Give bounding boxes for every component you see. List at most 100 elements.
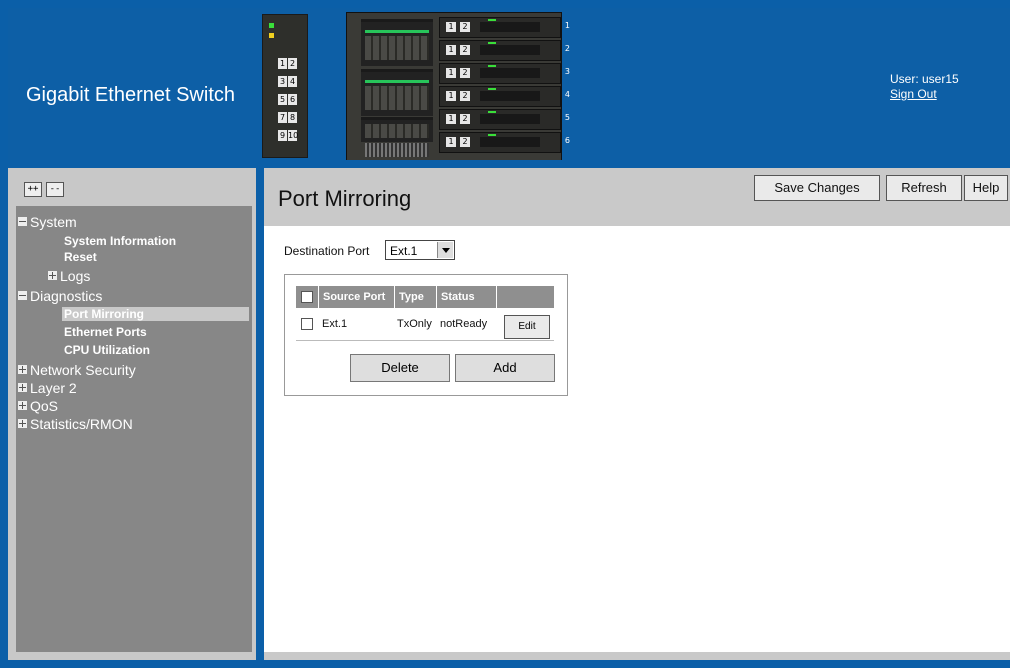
- tree-item-statistics[interactable]: Statistics/RMON: [18, 416, 133, 432]
- column-header-type: Type: [394, 286, 435, 308]
- save-changes-button[interactable]: Save Changes: [754, 175, 880, 201]
- expand-icon[interactable]: [18, 401, 27, 410]
- port-label: 9: [278, 130, 287, 141]
- select-all-checkbox[interactable]: [301, 291, 313, 303]
- module-number: 3: [564, 67, 570, 76]
- module-port-label: 2: [460, 22, 470, 32]
- status-led-yellow: [269, 33, 274, 38]
- tree-label: System: [30, 214, 77, 230]
- switch-front-image: 12 34 56 78 9 10: [262, 14, 308, 158]
- module-port-label: 2: [460, 45, 470, 55]
- blade-bay: [361, 19, 433, 66]
- switch-module: 12 1: [439, 17, 570, 38]
- port-label: 5: [278, 94, 287, 105]
- switch-module: 12 4: [439, 86, 570, 107]
- tree-item-system[interactable]: System: [18, 214, 77, 230]
- tree-controls: ++ --: [24, 178, 68, 197]
- column-header-source-port: Source Port: [318, 286, 395, 308]
- blade-bay: [361, 69, 433, 116]
- user-info: User: user15 Sign Out: [890, 72, 959, 102]
- switch-module: 12 6: [439, 132, 570, 153]
- header-divider: [0, 160, 1010, 168]
- tree-item-cpu-utilization[interactable]: CPU Utilization: [64, 343, 150, 357]
- refresh-button[interactable]: Refresh: [886, 175, 962, 201]
- collapse-icon[interactable]: [18, 217, 27, 226]
- module-port-label: 1: [446, 68, 456, 78]
- tree-item-system-information[interactable]: System Information: [64, 234, 176, 248]
- content-area: [264, 168, 1010, 652]
- module-number: 1: [564, 21, 570, 30]
- chevron-down-icon[interactable]: [437, 242, 453, 258]
- expand-icon[interactable]: [18, 365, 27, 374]
- port-label: 2: [288, 58, 297, 69]
- column-header-actions: [496, 286, 555, 308]
- module-number: 2: [564, 44, 570, 53]
- column-header-status: Status: [436, 286, 497, 308]
- module-port-label: 2: [460, 68, 470, 78]
- row-divider: [296, 340, 554, 341]
- user-label: User: user15: [890, 72, 959, 86]
- sign-out-link[interactable]: Sign Out: [890, 87, 959, 102]
- module-port-label: 2: [460, 137, 470, 147]
- tree-item-ethernet-ports[interactable]: Ethernet Ports: [64, 325, 147, 339]
- tree-item-port-mirroring[interactable]: Port Mirroring: [62, 307, 249, 321]
- chassis-vent: [365, 143, 429, 157]
- destination-port-value: Ext.1: [390, 244, 418, 258]
- content-footer: [264, 652, 1010, 660]
- row-checkbox[interactable]: [301, 318, 313, 330]
- expand-icon[interactable]: [48, 271, 57, 280]
- module-number: 6: [564, 136, 570, 145]
- port-label: 7: [278, 112, 287, 123]
- page-title: Port Mirroring: [278, 186, 412, 211]
- module-port-label: 2: [460, 114, 470, 124]
- tree-label: Network Security: [30, 362, 136, 378]
- edit-button[interactable]: Edit: [504, 315, 550, 339]
- delete-button[interactable]: Delete: [350, 354, 450, 382]
- port-label: 4: [288, 76, 297, 87]
- destination-port-label: Destination Port: [284, 244, 370, 258]
- cell-status: notReady: [440, 318, 488, 330]
- module-port-label: 1: [446, 91, 456, 101]
- switch-module: 12 5: [439, 109, 570, 130]
- module-port-label: 1: [446, 45, 456, 55]
- switch-module: 12 3: [439, 63, 570, 84]
- port-number-grid: 12 34 56 78 9 10: [277, 53, 299, 143]
- destination-port-select[interactable]: Ext.1: [385, 240, 455, 260]
- chassis-image: 12 1 12 2 12 3 12 4 12 5 12 6: [346, 12, 570, 162]
- tree-label: Statistics/RMON: [30, 416, 133, 432]
- port-label: 3: [278, 76, 287, 87]
- module-number: 5: [564, 113, 570, 122]
- module-port-label: 1: [446, 22, 456, 32]
- port-label: 10: [288, 130, 299, 141]
- cell-type: TxOnly: [397, 318, 432, 330]
- module-number: 4: [564, 90, 570, 99]
- module-port-label: 2: [460, 91, 470, 101]
- expand-all-button[interactable]: ++: [24, 182, 42, 197]
- tree-label: Diagnostics: [30, 288, 103, 304]
- module-port-label: 1: [446, 114, 456, 124]
- tree-item-network-security[interactable]: Network Security: [18, 362, 136, 378]
- tree-label: Layer 2: [30, 380, 77, 396]
- collapse-all-button[interactable]: --: [46, 182, 64, 197]
- collapse-icon[interactable]: [18, 291, 27, 300]
- expand-icon[interactable]: [18, 419, 27, 428]
- module-port-label: 1: [446, 137, 456, 147]
- tree-label: Logs: [60, 268, 91, 284]
- port-label: 1: [278, 58, 287, 69]
- tree-item-qos[interactable]: QoS: [18, 398, 58, 414]
- cell-source-port: Ext.1: [322, 318, 348, 330]
- tree-item-logs[interactable]: Logs: [48, 268, 90, 284]
- switch-module: 12 2: [439, 40, 570, 61]
- tree-item-layer2[interactable]: Layer 2: [18, 380, 77, 396]
- tree-item-diagnostics[interactable]: Diagnostics: [18, 288, 102, 304]
- tree-item-reset[interactable]: Reset: [64, 250, 97, 264]
- port-label: 8: [288, 112, 297, 123]
- app-title: Gigabit Ethernet Switch: [26, 84, 235, 106]
- add-button[interactable]: Add: [455, 354, 555, 382]
- blade-bay: [361, 117, 433, 142]
- help-button[interactable]: Help: [964, 175, 1008, 201]
- status-led-green: [269, 23, 274, 28]
- expand-icon[interactable]: [18, 383, 27, 392]
- tree-label: QoS: [30, 398, 59, 414]
- port-label: 6: [288, 94, 297, 105]
